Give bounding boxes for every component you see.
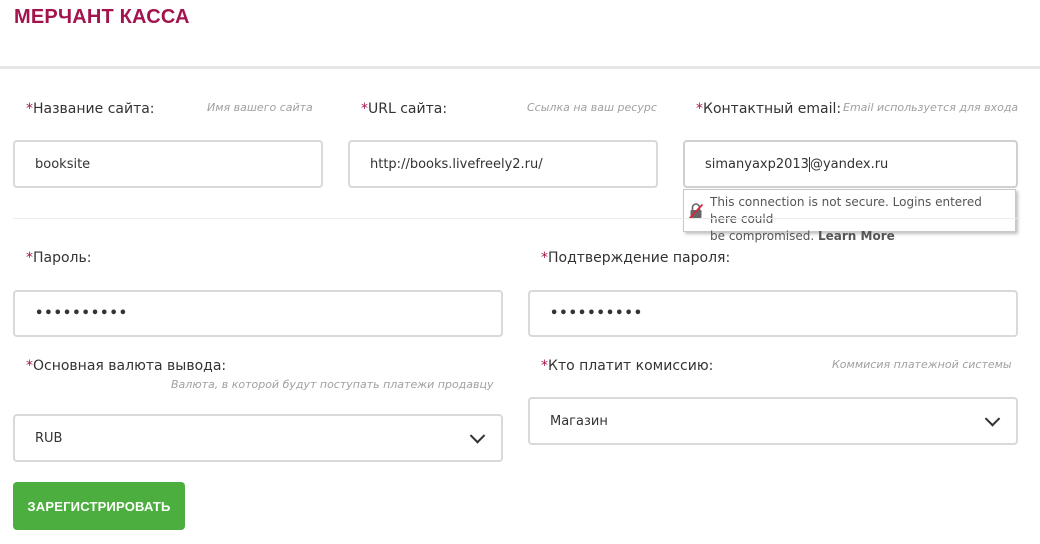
required-mark: * — [541, 250, 548, 266]
site-url-hint: Ссылка на ваш ресурс — [527, 101, 657, 114]
required-mark: * — [26, 101, 33, 117]
required-mark: * — [361, 101, 368, 117]
commission-label: *Кто платит комиссию: — [541, 358, 714, 374]
password-confirm-label: *Подтверждение пароля: — [541, 250, 731, 266]
site-name-label: *Название сайта: — [26, 101, 155, 117]
chevron-down-icon — [469, 428, 486, 444]
page-title: МЕРЧАНТ КАССА — [14, 6, 190, 28]
email-label: *Контактный email: — [696, 101, 842, 117]
email-hint: Email используется для входа — [843, 101, 1019, 114]
chevron-down-icon — [984, 411, 1001, 427]
currency-select[interactable]: RUB — [13, 414, 503, 462]
header-divider — [0, 66, 1040, 69]
required-mark: * — [696, 101, 703, 117]
site-url-label: *URL сайта: — [361, 101, 448, 117]
commission-select[interactable]: Магазин — [528, 397, 1018, 445]
site-url-input[interactable]: http://books.livefreely2.ru/ — [348, 140, 658, 188]
insecure-login-tooltip: This connection is not secure. Logins en… — [683, 189, 1016, 243]
password-input[interactable]: •••••••••• — [13, 290, 503, 337]
currency-hint: Валюта, в которой будут поступать платеж… — [171, 378, 494, 391]
register-button[interactable]: ЗАРЕГИСТРИРОВАТЬ — [13, 482, 185, 530]
password-confirm-input[interactable]: •••••••••• — [528, 290, 1018, 337]
site-name-hint: Имя вашего сайта — [207, 101, 313, 114]
email-input[interactable]: simanyaxp2013 @yandex.ru — [683, 140, 1018, 188]
currency-label: *Основная валюта вывода: — [26, 358, 227, 374]
password-label: *Пароль: — [26, 250, 92, 266]
tooltip-line-1: This connection is not secure. Logins en… — [710, 195, 982, 226]
required-mark: * — [26, 358, 33, 374]
section-divider — [13, 218, 1017, 219]
site-name-input[interactable]: booksite — [13, 140, 323, 188]
learn-more-link[interactable]: Learn More — [818, 229, 895, 243]
required-mark: * — [541, 358, 548, 374]
commission-hint: Коммисия платежной системы — [832, 358, 1012, 371]
insecure-lock-icon — [689, 203, 703, 219]
tooltip-line-2: be compromised. Learn More — [710, 229, 895, 243]
required-mark: * — [26, 250, 33, 266]
